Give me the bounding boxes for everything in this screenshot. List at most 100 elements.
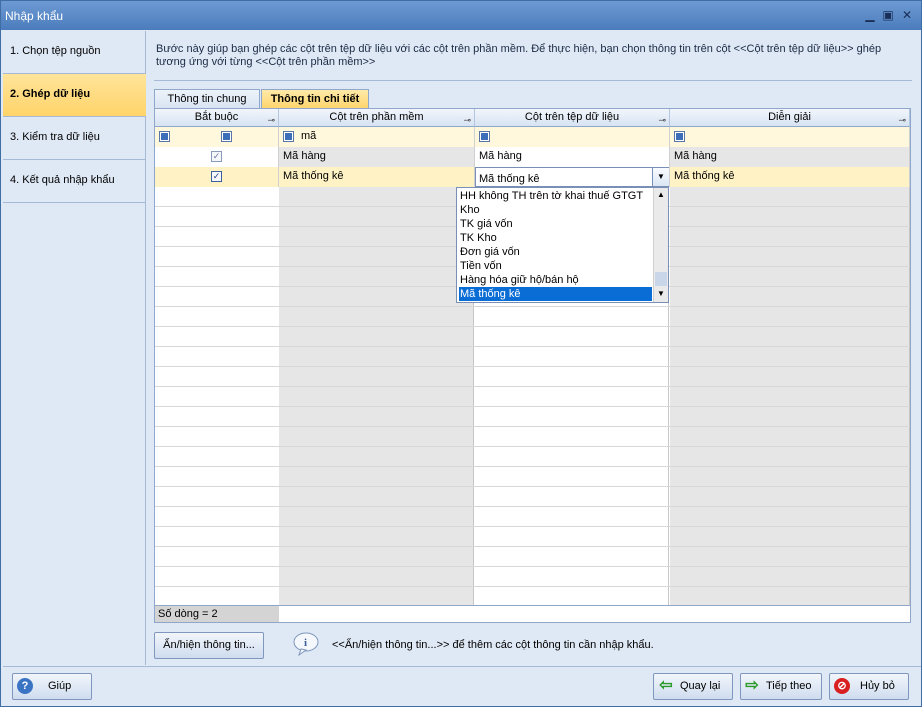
grid-footer: Số dòng = 2 (155, 605, 910, 622)
file-col-cell[interactable]: Mã hàng (475, 147, 670, 167)
scroll-up-icon[interactable]: ▲ (657, 190, 665, 199)
table-row[interactable]: ✓ Mã thống kê Mã thống kê ▼ Mã thống kê (155, 167, 910, 187)
scroll-down-icon[interactable]: ▼ (657, 289, 665, 298)
step-label: 1. Chọn tệp nguồn (10, 45, 101, 57)
step-check-data[interactable]: 3. Kiểm tra dữ liệu (3, 117, 146, 160)
step-label: 4. Kết quả nhập khẩu (10, 174, 115, 186)
info-hint: <<Ẩn/hiện thông tin...>> để thêm các cột… (332, 639, 654, 651)
filter-cell-required[interactable] (155, 127, 279, 147)
file-column-combo[interactable]: Mã thống kê ▼ (475, 167, 669, 187)
column-header-file[interactable]: Cột trên tệp dữ liệu ⊸ (475, 109, 670, 127)
tab-label: Thông tin chung (167, 93, 247, 105)
button-label: Quay lại (680, 680, 721, 692)
filter-operator-icon[interactable] (159, 131, 170, 142)
filter-operator-icon[interactable] (479, 131, 490, 142)
dropdown-scrollbar[interactable]: ▲ ▼ (653, 188, 668, 302)
step-map-data[interactable]: 2. Ghép dữ liệu (3, 74, 146, 117)
empty-row (155, 347, 910, 367)
table-row[interactable]: ✓ Mã hàng Mã hàng Mã hàng (155, 147, 910, 167)
dropdown-item[interactable]: Tiền vốn (459, 259, 652, 273)
software-col-cell: Mã thống kê (279, 167, 475, 187)
minimize-icon[interactable]: ▁ (863, 8, 877, 22)
next-button[interactable]: ⇨ Tiếp theo (740, 673, 822, 700)
tab-label: Thông tin chi tiết (270, 93, 360, 105)
column-header-required[interactable]: Bắt buộc ⊸ (155, 109, 279, 127)
svg-text:i: i (304, 637, 307, 649)
empty-row (155, 427, 910, 447)
filter-cell-note[interactable] (670, 127, 910, 147)
note-cell: Mã thống kê (670, 167, 910, 187)
button-label: Tiếp theo (766, 680, 812, 692)
chevron-down-icon[interactable]: ▼ (652, 168, 669, 186)
step-label: 2. Ghép dữ liệu (10, 88, 91, 100)
software-col-cell: Mã hàng (279, 147, 475, 167)
mapping-grid: Bắt buộc ⊸ Cột trên phần mềm ⊸ Cột trên tệ… (154, 108, 911, 623)
filter-operator-icon[interactable] (674, 131, 685, 142)
required-checkbox: ✓ (211, 171, 222, 182)
title-bar: Nhập khẩu ▁ ▣ ✕ (1, 1, 921, 30)
filter-row: mã (155, 127, 910, 147)
required-checkbox: ✓ (211, 151, 222, 162)
empty-row (155, 527, 910, 547)
bottom-bar: ? Giúp ⇦ Quay lại ⇨ Tiếp theo ⊘ Hủy bỏ (3, 666, 921, 706)
info-icon: i (293, 632, 319, 657)
tab-detail-info[interactable]: Thông tin chi tiết (261, 89, 369, 109)
button-label: Hủy bỏ (860, 680, 895, 692)
main-content: Bước này giúp bạn ghép các cột trên tệp … (147, 31, 921, 665)
note-cell: Mã hàng (670, 147, 910, 167)
arrow-left-icon: ⇦ (659, 677, 673, 694)
toggle-info-button[interactable]: Ẩn/hiện thông tin... (154, 632, 264, 659)
filter-cell-software[interactable]: mã (279, 127, 475, 147)
empty-row (155, 407, 910, 427)
empty-row (155, 547, 910, 567)
empty-row (155, 567, 910, 587)
cancel-icon: ⊘ (834, 678, 850, 694)
window-title: Nhập khẩu (5, 9, 64, 23)
empty-row (155, 467, 910, 487)
header-label: Cột trên tệp dữ liệu (524, 111, 620, 123)
column-header-software[interactable]: Cột trên phần mềm ⊸ (279, 109, 475, 127)
dropdown-item[interactable]: TK giá vốn (459, 217, 652, 231)
step-choose-source[interactable]: 1. Chọn tệp nguồn (3, 31, 146, 74)
button-label: Giúp (48, 680, 72, 692)
dropdown-item[interactable]: Hàng hóa giữ hộ/bán hộ (459, 273, 652, 287)
step-import-result[interactable]: 4. Kết quả nhập khẩu (3, 160, 146, 203)
arrow-right-icon: ⇨ (745, 677, 759, 694)
tab-general-info[interactable]: Thông tin chung (154, 89, 260, 109)
scroll-thumb[interactable] (655, 272, 667, 286)
empty-row (155, 447, 910, 467)
file-col-cell[interactable]: Mã thống kê ▼ (475, 167, 670, 187)
header-label: Bắt buộc (194, 111, 239, 123)
steps-sidebar: 1. Chọn tệp nguồn 2. Ghép dữ liệu 3. Kiể… (3, 31, 146, 665)
help-button[interactable]: ? Giúp (12, 673, 92, 700)
dropdown-item[interactable]: TK Kho (459, 231, 652, 245)
filter-operator-icon[interactable] (283, 131, 294, 142)
empty-row (155, 387, 910, 407)
dropdown-item[interactable]: HH không TH trên tờ khai thuế GTGT (459, 189, 652, 203)
empty-row (155, 367, 910, 387)
dropdown-item[interactable]: Kho (459, 203, 652, 217)
combo-value: Mã thống kê (479, 173, 540, 185)
filter-cell-file[interactable] (475, 127, 670, 147)
column-header-note[interactable]: Diễn giải ⊸ (670, 109, 910, 127)
step-description: Bước này giúp bạn ghép các cột trên tệp … (156, 43, 882, 68)
maximize-icon[interactable]: ▣ (881, 8, 895, 22)
filter-checkbox[interactable] (221, 131, 232, 142)
header-label: Cột trên phần mềm (329, 111, 424, 123)
required-cell: ✓ (155, 147, 279, 167)
empty-row (155, 507, 910, 527)
empty-row (155, 327, 910, 347)
dropdown-item-selected[interactable]: Mã thống kê (459, 287, 652, 301)
divider (154, 80, 912, 81)
required-cell: ✓ (155, 167, 279, 187)
file-column-dropdown[interactable]: HH không TH trên tờ khai thuế GTGT Kho T… (456, 187, 669, 303)
header-label: Diễn giải (768, 111, 811, 123)
close-icon[interactable]: ✕ (900, 8, 914, 22)
cancel-button[interactable]: ⊘ Hủy bỏ (829, 673, 909, 700)
back-button[interactable]: ⇦ Quay lại (653, 673, 733, 700)
step-label: 3. Kiểm tra dữ liệu (10, 131, 100, 143)
row-count: Số dòng = 2 (155, 606, 279, 622)
filter-text: mã (301, 130, 317, 142)
dropdown-item[interactable]: Đơn giá vốn (459, 245, 652, 259)
button-label: Ẩn/hiện thông tin... (163, 639, 255, 651)
